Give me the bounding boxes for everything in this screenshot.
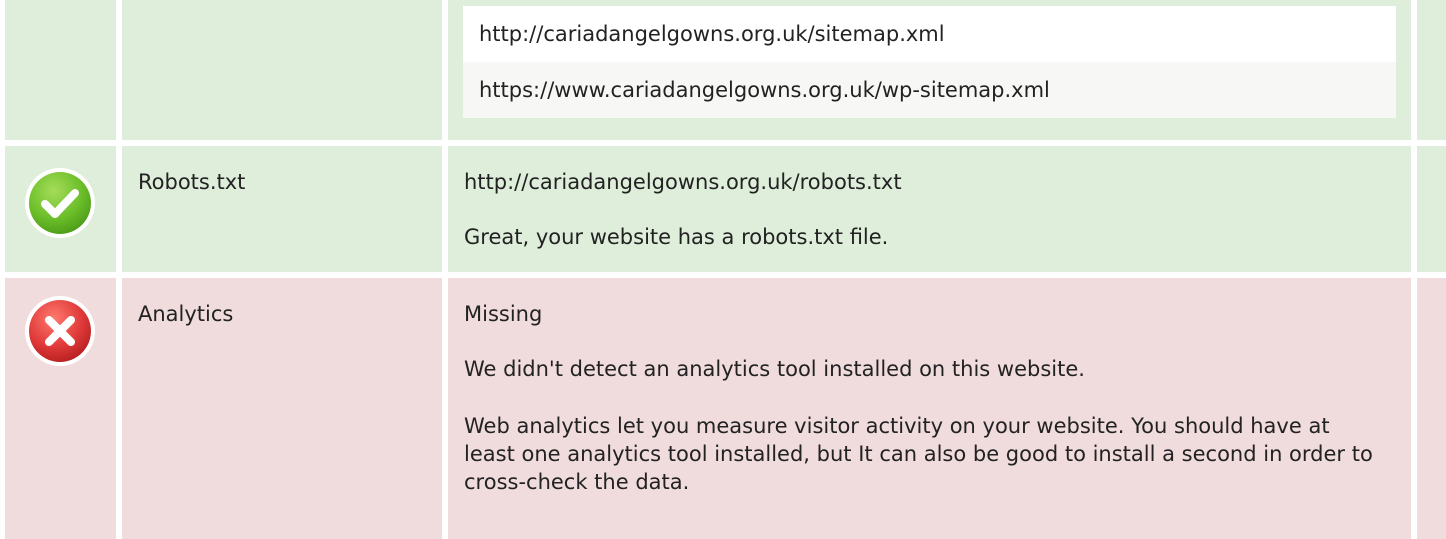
analytics-value-cell: Missing We didn't detect an analytics to… [448, 278, 1411, 539]
robots-url[interactable]: http://cariadangelgowns.org.uk/robots.tx… [464, 168, 902, 196]
analytics-label-cell: Analytics [122, 278, 442, 539]
check-circle-icon [25, 168, 95, 238]
sitemap-edge-cell [1417, 0, 1446, 140]
analytics-edge-cell [1417, 278, 1446, 539]
robots-value-cell: http://cariadangelgowns.org.uk/robots.tx… [448, 146, 1411, 272]
sitemap-row: http://cariadangelgowns.org.uk/sitemap.x… [0, 0, 1446, 140]
sitemap-list: http://cariadangelgowns.org.uk/sitemap.x… [463, 6, 1396, 118]
analytics-row: Analytics Missing We didn't detect an an… [0, 278, 1446, 539]
robots-label-cell: Robots.txt [122, 146, 442, 272]
sitemap-value-cell: http://cariadangelgowns.org.uk/sitemap.x… [448, 0, 1411, 140]
robots-edge-cell [1417, 146, 1446, 272]
analytics-status: Missing [464, 302, 543, 326]
analytics-label: Analytics [138, 302, 234, 326]
analytics-message: We didn't detect an analytics tool insta… [464, 357, 1085, 381]
sitemap-label-cell [122, 0, 442, 140]
robots-icon-cell [5, 146, 116, 272]
robots-label: Robots.txt [138, 170, 246, 194]
analytics-icon-cell [5, 278, 116, 539]
sitemap-icon-cell [5, 0, 116, 140]
x-circle-icon [25, 296, 95, 366]
robots-row: Robots.txt http://cariadangelgowns.org.u… [0, 146, 1446, 272]
robots-message: Great, your website has a robots.txt fil… [464, 225, 889, 249]
sitemap-url[interactable]: http://cariadangelgowns.org.uk/sitemap.x… [463, 6, 1396, 62]
sitemap-url[interactable]: https://www.cariadangelgowns.org.uk/wp-s… [463, 62, 1396, 118]
analytics-advice: Web analytics let you measure visitor ac… [464, 414, 1373, 494]
